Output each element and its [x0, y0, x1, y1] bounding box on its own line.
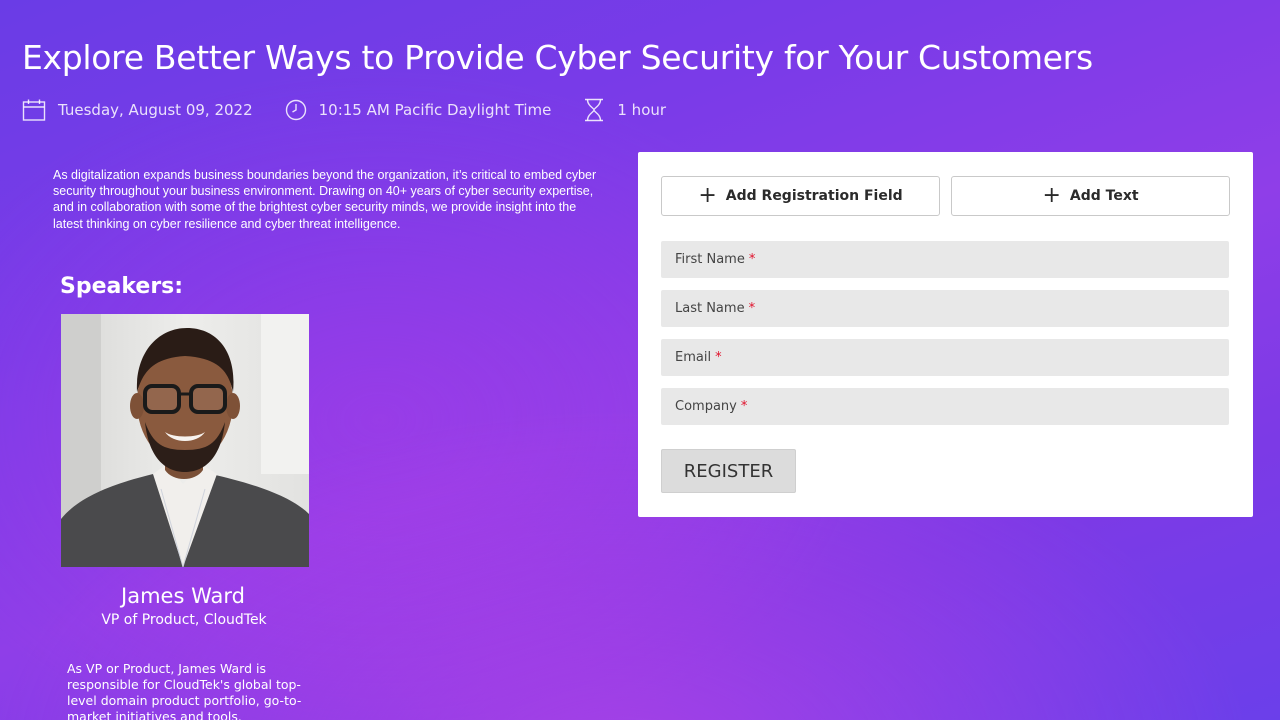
company-label: Company — [675, 399, 737, 414]
first-name-label: First Name — [675, 252, 745, 267]
plus-icon: + — [698, 183, 717, 208]
page-title: Explore Better Ways to Provide Cyber Sec… — [22, 38, 1093, 77]
event-date: Tuesday, August 09, 2022 — [22, 98, 253, 122]
event-duration: 1 hour — [583, 98, 666, 122]
speaker-name: James Ward — [121, 584, 245, 608]
event-date-text: Tuesday, August 09, 2022 — [58, 101, 253, 119]
calendar-icon — [22, 99, 46, 121]
speakers-heading: Speakers: — [60, 274, 184, 299]
speaker-photo — [61, 314, 309, 567]
clock-icon — [285, 99, 306, 121]
event-meta: Tuesday, August 09, 2022 10:15 AM Pacifi… — [22, 96, 698, 124]
first-name-field[interactable]: First Name * — [661, 241, 1229, 278]
event-time: 10:15 AM Pacific Daylight Time — [285, 99, 552, 121]
add-registration-field-label: Add Registration Field — [725, 188, 903, 204]
add-registration-field-button[interactable]: + Add Registration Field — [661, 176, 940, 216]
hourglass-icon — [585, 98, 604, 122]
required-marker: * — [740, 399, 748, 414]
email-field[interactable]: Email * — [661, 339, 1229, 376]
plus-icon: + — [1042, 183, 1061, 208]
event-time-text: 10:15 AM Pacific Daylight Time — [318, 101, 552, 119]
add-text-label: Add Text — [1069, 188, 1139, 204]
company-field[interactable]: Company * — [661, 388, 1229, 425]
register-button[interactable]: REGISTER — [661, 449, 796, 493]
last-name-field[interactable]: Last Name * — [661, 290, 1229, 327]
registration-form: + Add Registration Field + Add Text Firs… — [638, 152, 1253, 517]
email-label: Email — [675, 350, 712, 365]
add-text-button[interactable]: + Add Text — [951, 176, 1230, 216]
event-description: As digitalization expands business bound… — [53, 168, 597, 231]
speaker-bio: As VP or Product, James Ward is responsi… — [67, 661, 302, 720]
last-name-label: Last Name — [675, 301, 745, 316]
required-marker: * — [748, 252, 756, 267]
event-duration-text: 1 hour — [617, 101, 667, 119]
required-marker: * — [748, 301, 756, 316]
speaker-role: VP of Product, CloudTek — [101, 612, 267, 628]
required-marker: * — [715, 350, 722, 365]
